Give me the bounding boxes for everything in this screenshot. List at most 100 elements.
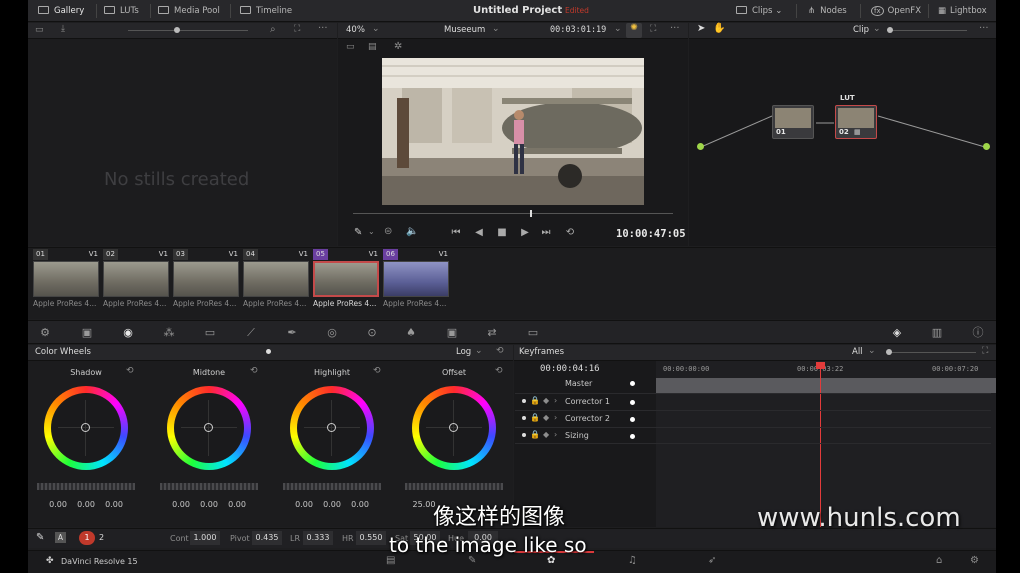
zoom-slider-handle[interactable] [174,27,180,33]
grab-still-icon[interactable]: ⤓ [61,24,65,34]
offset-wheel[interactable] [412,386,496,470]
wheel-value[interactable]: 0.00 [168,500,194,509]
wheel-value[interactable]: 0.00 [347,500,373,509]
openfx-button[interactable]: fx OpenFX [871,0,921,22]
motion-effects-icon[interactable]: ▭ [203,326,217,340]
lightbox-button[interactable]: ▦ Lightbox [938,0,987,22]
highlight-wheel[interactable] [290,386,374,470]
keyframe-dot[interactable] [630,434,635,439]
timeline-name[interactable]: Museeum [444,25,485,35]
info-icon[interactable]: ⓘ [971,326,985,340]
wheel-value[interactable]: 0.00 [101,500,127,509]
keyframes-icon[interactable]: ◈ [890,326,904,340]
midtone-master-slider[interactable] [160,483,258,490]
rgb-mixer-icon[interactable]: ⁂ [162,326,176,340]
keyframe-row-corrector-1[interactable]: 🔒 ◆ › Corrector 1 [515,393,991,410]
zoom-level[interactable]: 40% [346,25,365,35]
reset-icon[interactable]: ⟲ [126,366,134,376]
clip-thumbnail[interactable]: 03 V1 Apple ProRes 4... [173,249,240,313]
wheel-value[interactable]: 0.00 [291,500,317,509]
node-02[interactable]: 02 ▦ [835,105,877,139]
keyframe-dot[interactable] [630,417,635,422]
clip-thumbnail[interactable]: 02 V1 Apple ProRes 4... [103,249,170,313]
split-screen-icon[interactable]: ▤ [368,42,377,52]
color-picker-icon[interactable]: ✺ [626,23,642,38]
output-dot[interactable] [983,143,990,150]
keyframe-row-master[interactable]: Master [515,376,991,393]
clips-button[interactable]: Clips ⌄ [736,0,782,22]
keyframe-row-corrector-2[interactable]: 🔒 ◆ › Corrector 2 [515,410,991,427]
wheel-value[interactable]: 0.00 [319,500,345,509]
more-options-icon[interactable]: ··· [670,23,680,34]
diamond-icon[interactable]: ◆ [543,396,549,405]
gallery-button[interactable]: Gallery [38,0,84,22]
chevron-down-icon[interactable]: ⌄ [868,346,876,356]
skip-to-start-icon[interactable]: ⏮ [450,227,462,239]
keyframe-zoom-slider[interactable] [886,352,976,353]
offset-master-slider[interactable] [405,483,503,490]
chevron-down-icon[interactable]: ⌄ [492,24,500,34]
high-range-field[interactable]: 0.550 [356,531,386,545]
clip-thumbnail[interactable]: 04 V1 Apple ProRes 4... [243,249,310,313]
home-icon[interactable]: ⌂ [936,555,942,566]
more-options-icon[interactable]: ··· [318,23,328,34]
viewer-scrubber[interactable] [353,213,673,214]
play-icon[interactable]: ▶ [519,227,531,239]
low-range-field[interactable]: 0.333 [303,531,333,545]
keyframe-row-sizing[interactable]: 🔒 ◆ › Sizing [515,427,991,444]
keyframe-dot[interactable] [630,381,635,386]
chevron-down-icon[interactable]: ⌄ [368,227,375,236]
loop-icon[interactable]: ⟲ [564,227,576,239]
reset-icon[interactable]: ⟲ [496,346,504,356]
camera-raw-icon[interactable]: ⚙ [38,326,52,340]
shadow-master-slider[interactable] [37,483,135,490]
shadow-wheel[interactable] [44,386,128,470]
3d-icon[interactable]: ▭ [526,326,540,340]
auto-icon[interactable]: A [55,532,66,543]
contrast-field[interactable]: 1.000 [190,531,220,545]
pivot-field[interactable]: 0.435 [252,531,282,545]
scopes-icon[interactable]: ▥ [930,326,944,340]
enable-dot[interactable] [522,433,526,437]
zoom-slider[interactable] [128,30,248,31]
keyframe-zoom-handle[interactable] [886,349,892,355]
expand-icon[interactable]: ⛶ [982,346,988,356]
wheel-value[interactable]: 0.00 [73,500,99,509]
nodes-button[interactable]: ⋔ Nodes [808,0,847,22]
blur-icon[interactable]: ♠ [404,326,418,340]
wheel-value[interactable]: 0.00 [224,500,250,509]
playhead-marker[interactable] [816,362,825,369]
highlight-master-slider[interactable] [283,483,381,490]
enable-dot[interactable] [522,416,526,420]
stills-view-icon[interactable]: ▭ [35,25,44,35]
color-wheels-icon[interactable]: ◉ [121,326,135,340]
luts-button[interactable]: LUTs [104,0,139,22]
diamond-icon[interactable]: ◆ [543,413,549,422]
search-icon[interactable]: ⌕ [270,24,276,35]
timeline-button[interactable]: Timeline [240,0,292,22]
qualifier-icon[interactable]: ✒ [285,326,299,340]
chevron-right-icon[interactable]: › [554,396,557,405]
reset-icon[interactable]: ⟲ [250,366,258,376]
enable-dot[interactable] [522,399,526,403]
deliver-page-icon[interactable]: ➶ [708,555,716,566]
chevron-right-icon[interactable]: › [554,413,557,422]
keyframe-dot[interactable] [630,400,635,405]
sizing-icon[interactable]: ⇄ [485,326,499,340]
diamond-icon[interactable]: ◆ [543,430,549,439]
media-pool-button[interactable]: Media Pool [158,0,220,22]
chevron-right-icon[interactable]: › [554,430,557,439]
highlight-icon[interactable]: ✲ [394,41,402,52]
page-2-button[interactable]: 2 [99,533,104,542]
expand-icon[interactable]: ⛶ [294,24,300,34]
tracker-icon[interactable]: ⊙ [365,326,379,340]
expand-icon[interactable]: ⛶ [650,24,656,34]
stop-icon[interactable]: ■ [496,227,508,239]
window-icon[interactable]: ◎ [325,326,339,340]
fairlight-page-icon[interactable]: ♫ [628,555,637,566]
scrubber-handle[interactable] [530,210,532,217]
reset-icon[interactable]: ⟲ [495,366,503,376]
wheel-mode[interactable]: Log [456,347,471,357]
auto-balance-icon[interactable]: ✎ [36,532,44,543]
curves-icon[interactable]: ⟋ [244,326,258,340]
